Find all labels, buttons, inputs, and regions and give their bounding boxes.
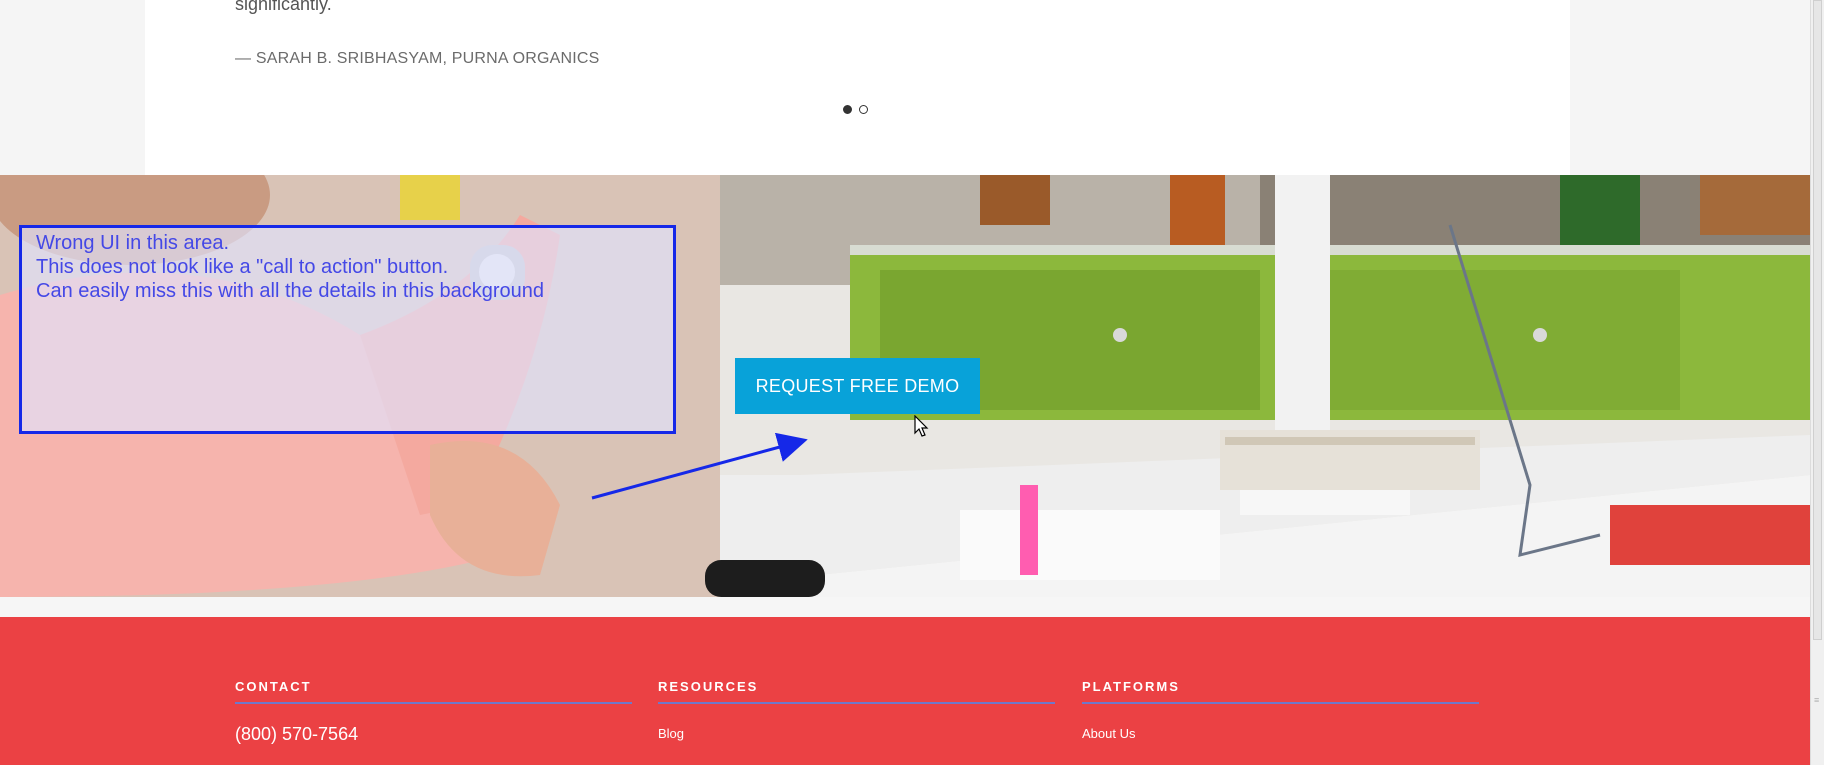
mouse-cursor-icon [914, 415, 929, 437]
site-footer: CONTACT (800) 570-7564 RESOURCES Blog PL… [0, 617, 1810, 765]
testimonial-section: significantly. — SARAH B. SRIBHASYAM, PU… [0, 0, 1810, 175]
footer-heading-platforms: PLATFORMS [1082, 679, 1479, 704]
footer-link-blog[interactable]: Blog [658, 726, 1055, 741]
footer-link-about-us[interactable]: About Us [1082, 726, 1479, 741]
quote-text: significantly. [235, 0, 332, 14]
request-demo-button[interactable]: REQUEST FREE DEMO [735, 358, 980, 414]
cta-banner: Wrong UI in this area. This does not loo… [0, 175, 1810, 597]
footer-column-resources: RESOURCES Blog [658, 679, 1055, 741]
annotation-line-2: This does not look like a "call to actio… [36, 256, 449, 278]
annotation-line-3: Can easily miss this with all the detail… [36, 280, 545, 302]
annotation-arrow-icon [591, 433, 808, 500]
footer-column-contact: CONTACT (800) 570-7564 [235, 679, 632, 745]
annotation-line-1: Wrong UI in this area. [36, 232, 230, 254]
quote-author: — SARAH B. SRIBHASYAM, PURNA ORGANICS [235, 50, 600, 67]
footer-column-platforms: PLATFORMS About Us [1082, 679, 1479, 741]
carousel-dot-2[interactable] [859, 105, 868, 114]
footer-heading-resources: RESOURCES [658, 679, 1055, 704]
carousel-dots [843, 105, 868, 114]
footer-heading-contact: CONTACT [235, 679, 632, 704]
testimonial-card: significantly. — SARAH B. SRIBHASYAM, PU… [145, 0, 1570, 175]
page-scrollbar[interactable]: ≡ [1810, 0, 1824, 765]
annotation-note: Wrong UI in this area. This does not loo… [36, 231, 544, 303]
carousel-dot-1[interactable] [843, 105, 852, 114]
scrollbar-thumb[interactable] [1813, 0, 1822, 640]
footer-phone-link[interactable]: (800) 570-7564 [235, 724, 632, 745]
scroll-grip-icon: ≡ [1814, 695, 1820, 705]
